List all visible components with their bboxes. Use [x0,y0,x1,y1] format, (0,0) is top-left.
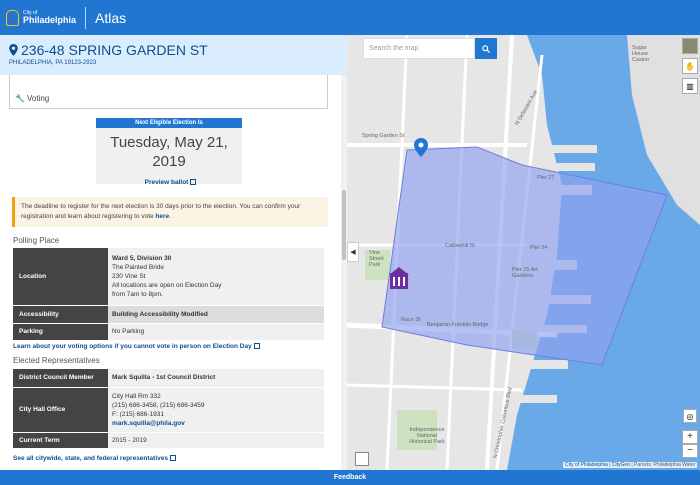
map-pin-icon [9,44,18,56]
office-line2: (215) 686-3458, (215) 686-3459 [112,401,205,409]
map-search-input[interactable]: Search the map [363,38,475,59]
locate-button[interactable]: ◎ [683,409,697,423]
table-row: Accessibility Building Accessibility Mod… [13,305,324,324]
app-root: City of Philadelphia Atlas 236-48 SPRING… [0,0,700,485]
map-label-callowhill: Callowhill St [445,243,475,249]
map-label-pier24: Pier 24 [530,245,548,251]
wrench-icon: 🔧 [15,94,25,103]
map-label-race: Race St [401,317,421,323]
locate-icon: ◎ [686,411,694,421]
office-label: City Hall Office [13,387,108,433]
election-header: Next Eligible Election Is [96,118,242,128]
office-email[interactable]: mark.squilla@phila.gov [112,419,320,428]
building-icon: ▥ [686,81,694,91]
external-link-icon [190,179,197,185]
callout-link[interactable]: here [155,213,169,220]
election-date-line2: 2019 [152,153,186,170]
top-bar: City of Philadelphia Atlas [0,0,700,35]
voting-topic[interactable]: 🔧 Voting [9,75,328,109]
legend-toggle-button[interactable] [355,452,369,466]
term-label: Current Term [13,432,108,449]
map-label-spring-garden: Spring Garden St [362,133,405,139]
accessibility-value[interactable]: Building Accessibility Modified [108,305,324,324]
polling-place-title: Polling Place [13,236,60,245]
map-view[interactable]: Spring Garden St Vine Street Park Benjam… [347,35,700,470]
liberty-bell-icon [6,9,19,26]
external-link-icon [170,455,176,461]
address-subtitle: PHILADELPHIA, PA 19123-2923 [9,60,97,66]
zoom-out-button[interactable]: − [682,444,698,458]
panel-collapse-toggle[interactable]: ◀ [347,242,359,262]
elected-reps-title: Elected Representatives [13,356,100,365]
attribution-city[interactable]: City of Philadelphia [565,462,608,468]
office-line3: F: (215) 686-1931 [112,410,165,418]
polling-table: Location Ward 5, Division 30 The Painted… [13,248,324,341]
accessibility-label: Accessibility [13,305,108,324]
registration-callout: The deadline to register for the next el… [12,197,328,227]
voting-options-link[interactable]: Learn about your voting options if you c… [13,343,260,350]
pegman-icon: ✋ [685,61,695,71]
pegman-button[interactable]: ✋ [682,58,698,74]
map-label-pier25: Pier 25 Art Gardens [512,267,538,279]
table-row: Location Ward 5, Division 30 The Painted… [13,248,324,306]
parking-label: Parking [13,323,108,341]
chevron-left-icon: ◀ [350,249,356,256]
topic-panel: 🔧 Voting Next Eligible Election Is Tuesd… [0,75,341,470]
place-text: The Painted Bride [112,263,165,271]
address-header: 236-48 SPRING GARDEN ST PHILADELPHIA, PA… [0,35,347,75]
street-text: 230 Vine St [112,272,146,280]
map-attribution: City of Philadelphia | CityGeo | Parcels… [563,462,698,468]
table-row: City Hall Office City Hall Rm 332 (215) … [13,387,324,433]
zoom-in-button[interactable]: + [682,430,698,444]
election-box: Next Eligible Election Is Tuesday, May 2… [96,118,242,184]
search-icon [482,44,490,53]
all-reps-link[interactable]: See all citywide, state, and federal rep… [13,455,176,462]
table-row: Parking No Parking [13,323,324,341]
location-label: Location [13,248,108,306]
callout-end: . [169,212,171,220]
voting-topic-label: Voting [26,94,50,103]
council-value[interactable]: Mark Squilla - 1st Council District [108,369,324,388]
external-link-icon [253,343,260,349]
table-row: District Council Member Mark Squilla - 1… [13,369,324,388]
table-row: Current Term 2015 - 2019 [13,432,324,449]
map-label-sugarhouse: Sugar House Casino [632,45,650,63]
city-logo[interactable]: City of Philadelphia [6,9,77,26]
map-label-pier27: Pier 27 [537,175,555,181]
all-reps-label: See all citywide, state, and federal rep… [13,455,168,462]
preview-ballot-label: Preview ballot [144,179,189,186]
map-label-vine-park: Vine Street Park [369,250,384,268]
preview-ballot-link[interactable]: Preview ballot [0,179,341,186]
logo-text: City of Philadelphia [23,10,77,25]
address-title: 236-48 SPRING GARDEN ST [21,42,208,58]
map-label-benfranklin: Benjamin Franklin Bridge [427,322,489,328]
map-search-button[interactable] [475,38,497,59]
logo-big-text: Philadelphia [23,14,77,25]
3d-building-button[interactable]: ▥ [682,78,698,94]
parking-value: No Parking [108,323,324,341]
scrollbar-thumb[interactable] [342,190,346,260]
hours-line1: All locations are open on Election Day [112,281,222,289]
app-name[interactable]: Atlas [95,10,126,26]
feedback-bar[interactable]: Feedback [0,470,700,485]
header-divider [85,6,87,29]
attribution-citygeo[interactable]: CityGeo [612,462,630,468]
office-line1: City Hall Rm 332 [112,392,161,400]
location-value: Ward 5, Division 30 The Painted Bride 23… [108,248,324,306]
ward-text: Ward 5, Division 30 [112,254,172,262]
map-label-independence: Independence National Historical Park [409,427,445,445]
term-value: 2015 - 2019 [108,432,324,449]
basemap [347,35,700,470]
hours-line2: from 7am to 8pm. [112,290,163,298]
reps-table: District Council Member Mark Squilla - 1… [13,369,324,449]
imagery-toggle-button[interactable] [682,38,698,54]
attribution-rest: | Parcels: Philadelphia Water [629,462,696,468]
election-date: Tuesday, May 21, 2019 [96,128,242,171]
feedback-label: Feedback [333,474,367,481]
voting-options-label: Learn about your voting options if you c… [13,343,252,350]
council-label: District Council Member [13,369,108,388]
office-value: City Hall Rm 332 (215) 686-3458, (215) 6… [108,387,324,433]
election-date-line1: Tuesday, May 21, [110,134,228,151]
